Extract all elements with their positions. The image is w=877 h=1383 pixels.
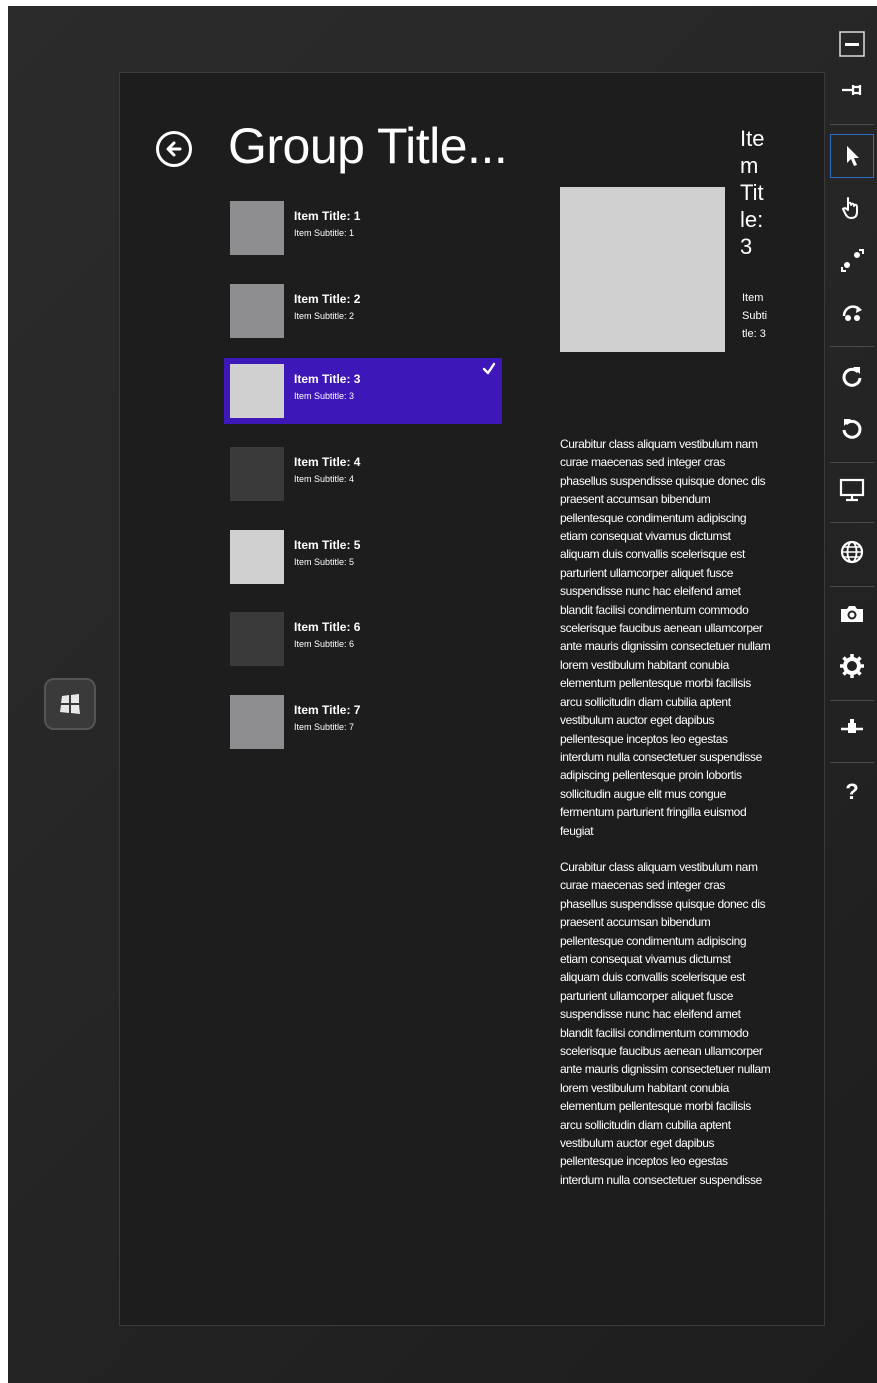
rotate-clockwise-icon[interactable] <box>830 354 874 398</box>
item-title: Item Title: 2 <box>294 291 361 306</box>
simulator-frame: Group Title... Item Title: 1 Item Subtit… <box>8 6 877 1383</box>
windows-logo-icon <box>60 694 80 714</box>
detail-subtitle: Item Subtitle: 3 <box>742 292 768 340</box>
list-item[interactable]: Item Title: 5 Item Subtitle: 5 <box>224 524 502 588</box>
checkmark-icon <box>482 362 496 375</box>
detail-paragraph: Curabitur class aliquam vestibulum nam c… <box>560 859 771 1187</box>
item-thumbnail <box>230 364 284 418</box>
detail-image <box>560 187 725 352</box>
item-subtitle: Item Subtitle: 6 <box>294 639 355 649</box>
back-arrow-icon <box>166 141 182 157</box>
touch-hand-icon[interactable] <box>830 186 874 230</box>
rotation-gesture-icon[interactable] <box>830 290 874 334</box>
minimize-icon[interactable] <box>830 22 874 66</box>
detail-title: Item Title: 3 <box>740 126 765 259</box>
item-title: Item Title: 7 <box>294 702 361 717</box>
item-subtitle: Item Subtitle: 1 <box>294 228 355 238</box>
detail-paragraph: Curabitur class aliquam vestibulum nam c… <box>560 437 771 838</box>
item-subtitle: Item Subtitle: 2 <box>294 310 355 321</box>
list-item[interactable]: Item Title: 4 Item Subtitle: 4 <box>224 441 502 505</box>
item-title: Item Title: 6 <box>294 620 361 634</box>
back-button[interactable] <box>156 131 192 167</box>
settings-gear-icon[interactable] <box>830 644 874 688</box>
windows-button[interactable] <box>44 678 96 730</box>
item-subtitle: Item Subtitle: 5 <box>294 556 355 567</box>
simulator-toolbar: ? <box>827 6 877 826</box>
change-resolution-icon[interactable] <box>830 468 874 512</box>
item-thumbnail <box>230 529 284 584</box>
item-thumbnail <box>230 694 284 749</box>
rotate-counterclockwise-icon[interactable] <box>830 406 874 450</box>
item-thumbnail <box>230 612 284 666</box>
screenshot-camera-icon[interactable] <box>830 592 874 636</box>
pinch-zoom-icon[interactable] <box>830 238 874 282</box>
item-title: Item Title: 3 <box>294 372 361 386</box>
item-title: Item Title: 5 <box>294 537 361 552</box>
item-list: Item Title: 1 Item Subtitle: 1 Item Titl… <box>224 195 502 771</box>
list-item[interactable]: Item Title: 1 Item Subtitle: 1 <box>224 195 502 259</box>
list-item[interactable]: Item Title: 6 Item Subtitle: 6 <box>224 606 502 670</box>
list-item[interactable]: Item Title: 2 Item Subtitle: 2 <box>224 278 502 342</box>
item-subtitle: Item Subtitle: 4 <box>294 474 355 484</box>
detail-content: Curabitur class aliquam vestibulum nam c… <box>560 435 772 1207</box>
list-item[interactable]: Item Title: 7 Item Subtitle: 7 <box>224 689 502 753</box>
item-subtitle: Item Subtitle: 3 <box>294 391 355 401</box>
mouse-pointer-icon[interactable] <box>830 134 874 178</box>
item-thumbnail <box>230 201 284 255</box>
item-title: Item Title: 4 <box>294 455 361 469</box>
item-subtitle: Item Subtitle: 7 <box>294 721 355 732</box>
pin-icon[interactable] <box>830 68 874 112</box>
item-thumbnail <box>230 283 284 338</box>
set-location-icon[interactable] <box>830 530 874 574</box>
list-item-selected[interactable]: Item Title: 3 Item Subtitle: 3 <box>224 358 502 424</box>
app-screen: Group Title... Item Title: 1 Item Subtit… <box>119 72 825 1326</box>
network-icon[interactable] <box>830 706 874 750</box>
help-icon[interactable]: ? <box>830 770 874 814</box>
item-title: Item Title: 1 <box>294 209 361 223</box>
item-thumbnail <box>230 447 284 501</box>
page-title: Group Title... <box>228 118 508 174</box>
